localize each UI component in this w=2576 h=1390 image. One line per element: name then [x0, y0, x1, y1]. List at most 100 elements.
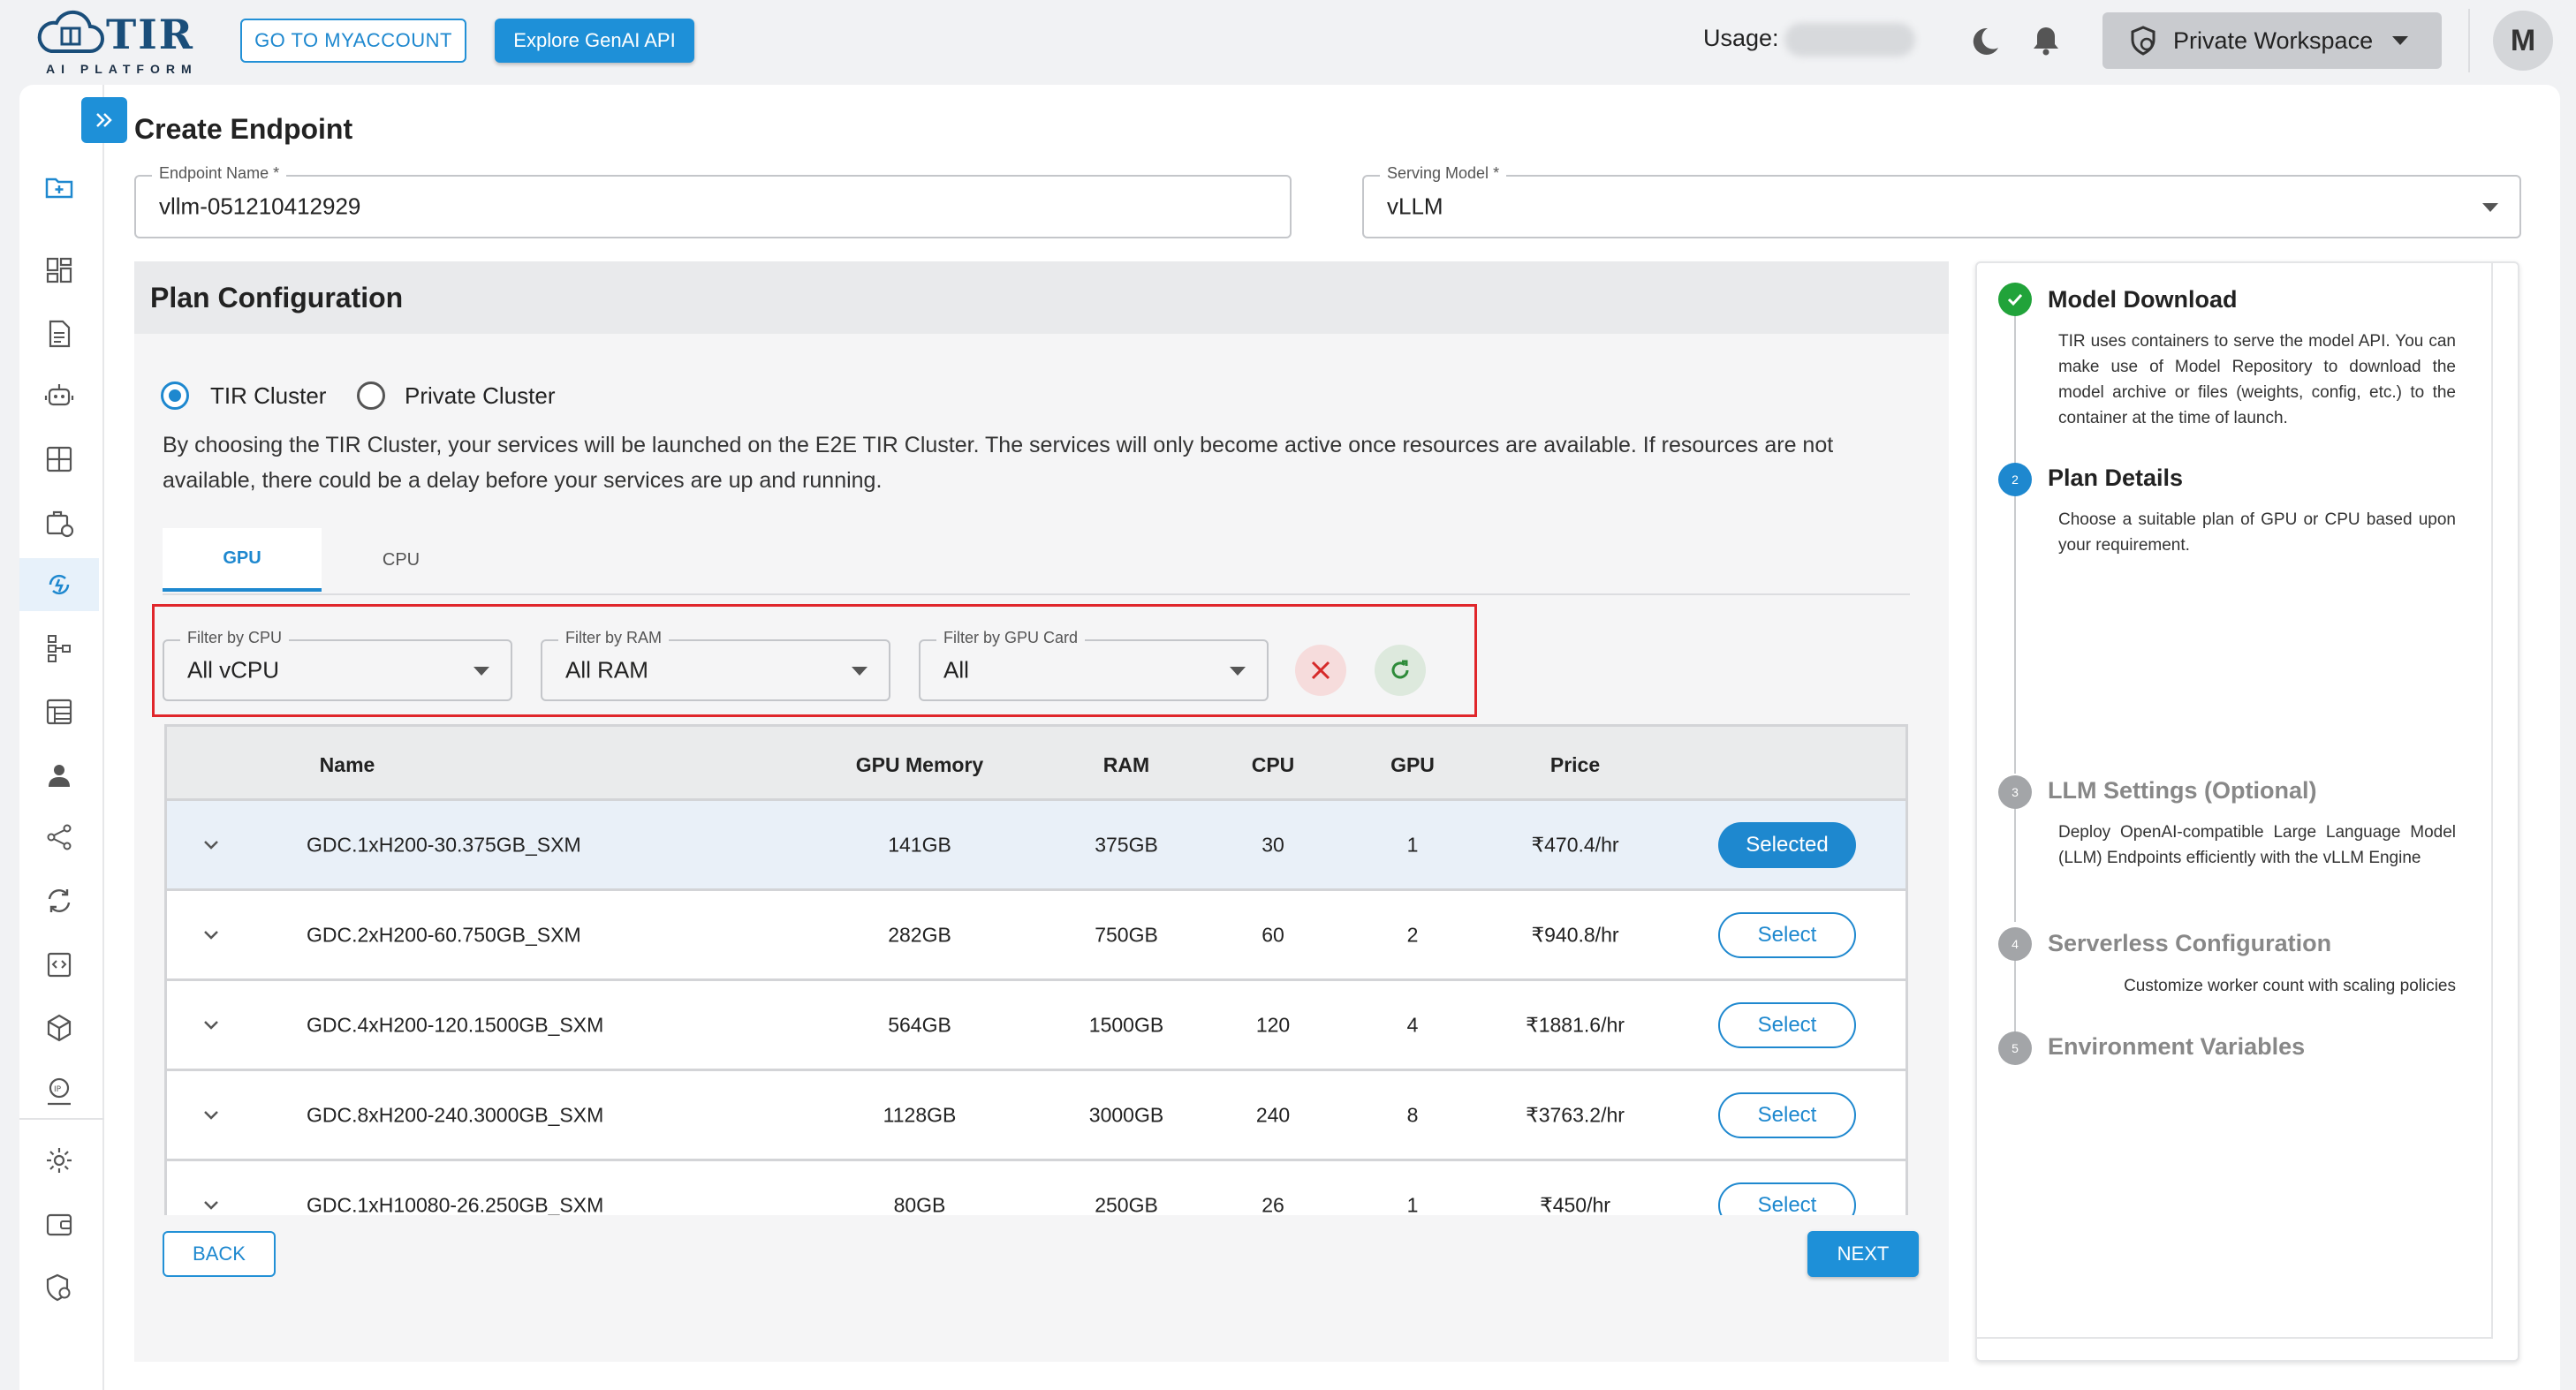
sidebar-item-ip[interactable]: IP [19, 1065, 99, 1118]
cell-gpu-memory: 1128GB [883, 1103, 957, 1126]
filter-gpu-card-label: Filter by GPU Card [936, 629, 1086, 647]
refresh-button[interactable] [1375, 645, 1426, 696]
filter-gpu-card-select[interactable]: Filter by GPU Card All [919, 629, 1269, 701]
filter-cpu-select[interactable]: Filter by CPU All vCPU [163, 629, 512, 701]
filter-cpu-value: All vCPU [187, 656, 280, 684]
filter-cpu-label: Filter by CPU [180, 629, 290, 647]
cell-ram: 1500GB [1088, 1013, 1164, 1036]
sidebar-item-pipelines[interactable] [19, 622, 99, 675]
cell-gpu-memory: 80GB [893, 1193, 946, 1215]
cell-gpu-memory: 141GB [888, 833, 951, 856]
table-row[interactable]: GDC.2xH200-60.750GB_SXM 282GB 750GB 60 2 ₹940… [167, 891, 1905, 981]
sidebar-item-datasets[interactable] [19, 685, 99, 738]
cube-icon [47, 1014, 72, 1042]
cell-gpu: 8 [1406, 1103, 1419, 1126]
sidebar-item-projects[interactable] [19, 161, 99, 214]
cell-plan-name: GDC.4xH200-120.1500GB_SXM [307, 1013, 604, 1036]
sidebar-item-training[interactable] [19, 496, 99, 549]
dashboard-icon [46, 257, 72, 283]
cell-gpu: 1 [1406, 833, 1419, 856]
tir-cluster-label[interactable]: TIR Cluster [210, 382, 326, 410]
filter-ram-select[interactable]: Filter by RAM All RAM [541, 629, 890, 701]
close-icon [1311, 661, 1330, 680]
table-row[interactable]: GDC.1xH200-30.375GB_SXM 141GB 375GB 30 1 ₹470… [167, 801, 1905, 891]
go-to-myaccount-button[interactable]: GO TO MYACCOUNT [240, 19, 466, 63]
expand-sidebar-button[interactable] [81, 97, 127, 143]
table-row[interactable]: GDC.4xH200-120.1500GB_SXM 564GB 1500GB 120 4… [167, 981, 1905, 1071]
cell-gpu-memory: 564GB [888, 1013, 951, 1036]
step-2-indicator: 2 [1998, 463, 2032, 496]
cell-gpu: 1 [1406, 1193, 1419, 1215]
sidebar-item-api[interactable] [19, 938, 99, 991]
sidebar-item-agents[interactable] [19, 369, 99, 422]
cell-plan-name: GDC.1xH200-30.375GB_SXM [307, 833, 581, 856]
expand-row-chevron-icon[interactable] [201, 835, 222, 856]
share-icon [47, 824, 72, 850]
chevron-down-icon [1230, 667, 1246, 676]
usage-label: Usage: [1703, 25, 1779, 51]
explore-genai-api-button[interactable]: Explore GenAI API [495, 19, 694, 63]
workspace-selector[interactable]: Private Workspace [2102, 12, 2442, 69]
clear-filters-button[interactable] [1295, 645, 1346, 696]
cell-price: ₹450/hr [1540, 1193, 1610, 1215]
check-icon [2007, 293, 2023, 306]
user-avatar[interactable]: M [2493, 11, 2553, 71]
svg-text:IP: IP [54, 1085, 62, 1094]
radio-private-cluster[interactable] [357, 381, 385, 410]
sidebar-item-settings[interactable] [19, 1134, 99, 1187]
column-header-cpu: CPU [1251, 753, 1295, 776]
private-cluster-label[interactable]: Private Cluster [405, 382, 556, 410]
chevron-down-icon [2482, 203, 2498, 212]
cell-price: ₹470.4/hr [1531, 833, 1619, 856]
dark-mode-icon[interactable] [1966, 23, 2002, 58]
table-row[interactable]: GDC.1xH10080-26.250GB_SXM 80GB 250GB 26 1 ₹45… [167, 1161, 1905, 1215]
column-header-name: Name [319, 753, 375, 776]
select-plan-button[interactable]: Select [1718, 1182, 1856, 1215]
sidebar-item-models[interactable] [19, 1001, 99, 1054]
chevron-down-icon [852, 667, 868, 676]
sidebar-item-dashboard[interactable] [19, 244, 99, 297]
table-row[interactable]: GDC.8xH200-240.3000GB_SXM 1128GB 3000GB 240… [167, 1071, 1905, 1161]
tab-cpu[interactable]: CPU [322, 528, 481, 592]
cell-cpu: 30 [1261, 833, 1284, 856]
step-1-description: TIR uses containers to serve the model A… [2058, 332, 2456, 427]
sidebar-item-integrations[interactable] [19, 811, 99, 864]
tir-logo[interactable]: TIR AI PLATFORM [35, 9, 212, 76]
tab-gpu[interactable]: GPU [163, 528, 322, 592]
bot-icon [44, 384, 74, 406]
sidebar-item-notebook[interactable] [19, 307, 99, 360]
cloud-logo-icon [37, 10, 104, 53]
step-3-title: LLM Settings (Optional) [2048, 777, 2317, 804]
double-chevron-right-icon [96, 113, 112, 127]
header-divider [2468, 9, 2470, 72]
cell-price: ₹1881.6/hr [1526, 1013, 1625, 1036]
expand-row-chevron-icon[interactable] [201, 1105, 222, 1126]
select-plan-button[interactable]: Select [1718, 1092, 1856, 1138]
sidebar-item-users[interactable] [19, 749, 99, 802]
selected-plan-button[interactable]: Selected [1718, 821, 1856, 868]
select-plan-button[interactable]: Select [1718, 1001, 1856, 1048]
expand-row-chevron-icon[interactable] [201, 1195, 222, 1216]
expand-row-chevron-icon[interactable] [201, 1015, 222, 1036]
sidebar-item-inference[interactable] [19, 558, 99, 611]
dataset-icon [46, 699, 72, 725]
next-button[interactable]: NEXT [1807, 1231, 1919, 1277]
sidebar-item-billing[interactable] [19, 1197, 99, 1250]
table-header: Name GPU Memory RAM CPU GPU Price [167, 727, 1905, 801]
expand-row-chevron-icon[interactable] [201, 925, 222, 946]
endpoint-name-field[interactable]: Endpoint Name * vllm-051210412929 [134, 164, 1292, 238]
cell-cpu: 60 [1261, 923, 1284, 946]
serving-model-select[interactable]: Serving Model * vLLM [1362, 164, 2521, 238]
step-4-indicator: 4 [1998, 927, 2032, 961]
back-button[interactable]: BACK [163, 1231, 276, 1277]
sidebar-item-security[interactable] [19, 1261, 99, 1314]
step-3-indicator: 3 [1998, 775, 2032, 809]
sidebar-item-apps[interactable] [19, 433, 99, 486]
grid-icon [46, 446, 72, 472]
radio-tir-cluster[interactable] [161, 381, 189, 410]
folder-add-icon [45, 178, 73, 199]
sidebar-item-sync[interactable] [19, 874, 99, 927]
plans-table: Name GPU Memory RAM CPU GPU Price GDC.1x… [164, 724, 1908, 1215]
select-plan-button[interactable]: Select [1718, 911, 1856, 958]
notification-bell-icon[interactable] [2028, 23, 2064, 58]
